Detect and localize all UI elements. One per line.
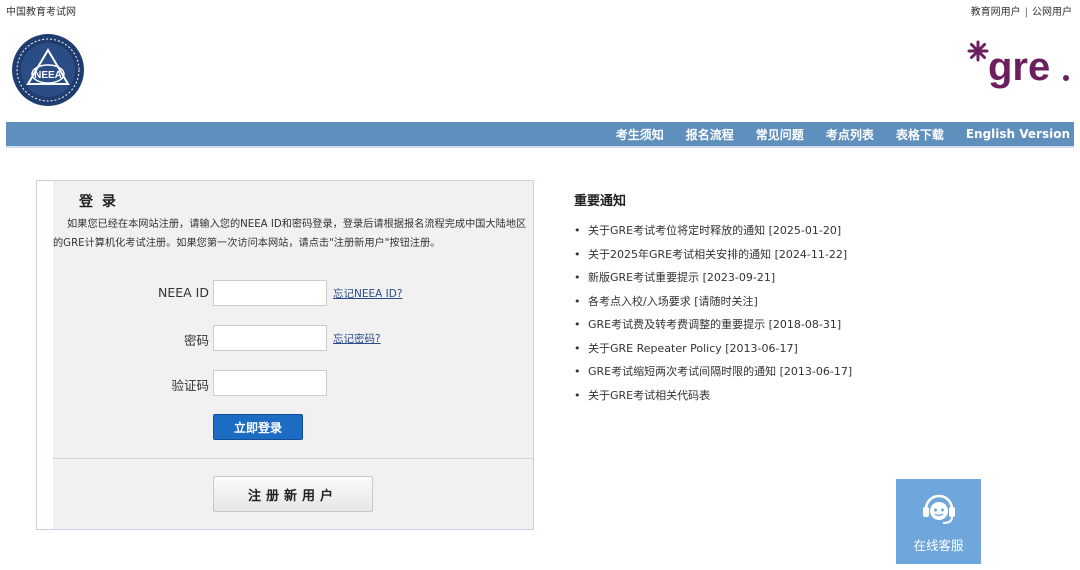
gre-logo[interactable]: gre <box>964 36 1074 90</box>
user-type-links: 教育网用户 | 公网用户 <box>971 3 1072 18</box>
login-title: 登 录 <box>79 194 118 210</box>
login-description: 如果您已经在本网站注册，请输入您的NEEA ID和密码登录，登录后请根据报名流程… <box>53 219 527 249</box>
nav-form-download[interactable]: 表格下载 <box>896 126 944 143</box>
notice-item[interactable]: 关于GRE考试相关代码表 <box>574 384 1034 408</box>
main-nav: 考生须知 报名流程 常见问题 考点列表 表格下载 English Version <box>6 122 1074 148</box>
notice-item[interactable]: 关于GRE考试考位将定时释放的通知 [2025-01-20] <box>574 219 1034 243</box>
nav-english-version[interactable]: English Version <box>966 127 1070 141</box>
top-bar: 中国教育考试网 教育网用户 | 公网用户 <box>0 0 1080 18</box>
password-input[interactable] <box>213 325 327 351</box>
gre-logo-text: gre <box>988 45 1050 89</box>
notice-item[interactable]: GRE考试缩短两次考试间隔时限的通知 [2013-06-17] <box>574 360 1034 384</box>
notice-item[interactable]: 各考点入校/入场要求 [请随时关注] <box>574 290 1034 314</box>
captcha-row: 验证码 <box>53 370 533 396</box>
online-service-button[interactable]: 在线客服 <box>896 479 981 564</box>
neea-logo-text: NEEA <box>34 70 62 81</box>
nav-registration-process[interactable]: 报名流程 <box>686 126 734 143</box>
headset-icon <box>923 494 955 524</box>
notice-list: 关于GRE考试考位将定时释放的通知 [2025-01-20] 关于2025年GR… <box>574 219 1034 407</box>
forgot-neea-id-link[interactable]: 忘记NEEA ID? <box>333 286 402 301</box>
separator: | <box>1024 7 1028 18</box>
notice-item[interactable]: GRE考试费及转考费调整的重要提示 [2018-08-31] <box>574 313 1034 337</box>
forgot-password-link[interactable]: 忘记密码? <box>333 331 381 346</box>
public-network-user-link[interactable]: 公网用户 <box>1032 7 1072 18</box>
online-service-label: 在线客服 <box>913 538 964 553</box>
divider <box>53 458 533 459</box>
neea-logo[interactable]: NEEA <box>10 32 86 108</box>
login-button[interactable]: 立即登录 <box>213 414 303 440</box>
password-label: 密码 <box>183 333 209 348</box>
notice-item[interactable]: 关于2025年GRE考试相关安排的通知 [2024-11-22] <box>574 243 1034 267</box>
captcha-input[interactable] <box>213 370 327 396</box>
nav-candidate-notes[interactable]: 考生须知 <box>616 126 664 143</box>
password-row: 密码 忘记密码? <box>53 325 533 351</box>
important-notice: 重要通知 关于GRE考试考位将定时释放的通知 [2025-01-20] 关于20… <box>574 190 1034 407</box>
notice-title: 重要通知 <box>574 194 627 209</box>
notice-item[interactable]: 新版GRE考试重要提示 [2023-09-21] <box>574 266 1034 290</box>
neea-id-label: NEEA ID <box>158 285 209 300</box>
neea-id-row: NEEA ID 忘记NEEA ID? <box>53 280 533 306</box>
site-name-link[interactable]: 中国教育考试网 <box>6 3 76 18</box>
login-panel: 登 录 如果您已经在本网站注册，请输入您的NEEA ID和密码登录，登录后请根据… <box>36 180 534 530</box>
nav-faq[interactable]: 常见问题 <box>756 126 804 143</box>
captcha-label: 验证码 <box>171 378 209 393</box>
edu-network-user-link[interactable]: 教育网用户 <box>971 7 1021 18</box>
register-button[interactable]: 注册新用户 <box>213 476 373 512</box>
notice-item[interactable]: 关于GRE Repeater Policy [2013-06-17] <box>574 337 1034 361</box>
neea-id-input[interactable] <box>213 280 327 306</box>
nav-test-center-list[interactable]: 考点列表 <box>826 126 874 143</box>
login-form-area: 登 录 如果您已经在本网站注册，请输入您的NEEA ID和密码登录，登录后请根据… <box>53 181 533 529</box>
